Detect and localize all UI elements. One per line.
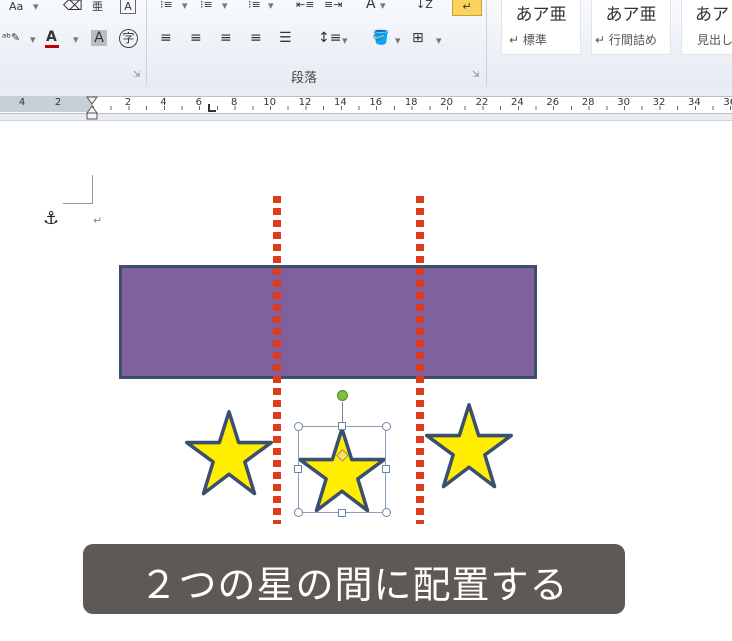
- ruler-label: 20: [440, 97, 453, 108]
- text-highlight-icon[interactable]: ᵃᵇ✎: [2, 30, 20, 46]
- shading-icon[interactable]: 🪣: [372, 30, 389, 46]
- caption-text: ２つの星の間に配置する: [139, 563, 569, 607]
- ruler-label: 10: [263, 97, 276, 108]
- resize-handle-top-left[interactable]: [294, 422, 303, 431]
- selection-box: [298, 426, 386, 513]
- font-dialog-launcher-icon[interactable]: ⇲: [133, 70, 141, 80]
- left-tab-marker-icon[interactable]: [208, 104, 216, 112]
- group-separator: [486, 0, 487, 86]
- ruler-label: 22: [475, 97, 489, 108]
- indent-marker-icon[interactable]: [86, 96, 98, 120]
- change-case-dropdown-icon[interactable]: ▾: [33, 0, 39, 15]
- star-shape-left[interactable]: [185, 409, 273, 499]
- resize-handle-bottom-left[interactable]: [294, 508, 303, 517]
- resize-handle-right[interactable]: [382, 465, 390, 473]
- ruler-label: 6: [195, 97, 202, 108]
- ruler-margin-area: [0, 96, 93, 112]
- resize-handle-left[interactable]: [294, 465, 302, 473]
- sort-icon[interactable]: ↓Z: [416, 0, 433, 13]
- phonetic-guide-icon[interactable]: 亜: [92, 0, 103, 15]
- align-right-icon[interactable]: ≡: [220, 30, 232, 46]
- font-color-bar: [45, 45, 59, 48]
- show-formatting-marks-button[interactable]: ↵: [452, 0, 482, 16]
- paragraph-dialog-launcher-icon[interactable]: ⇲: [472, 70, 480, 80]
- star-shape-right[interactable]: [425, 402, 513, 492]
- group-separator: [146, 0, 147, 86]
- borders-icon[interactable]: ⊞: [412, 30, 424, 46]
- style-name-heading: 見出し: [697, 33, 732, 47]
- char-shading-icon[interactable]: A: [91, 30, 107, 46]
- numbering-icon[interactable]: ⁝≡: [200, 0, 213, 13]
- guide-line-left: [273, 196, 281, 524]
- ruler-label: 2: [124, 97, 132, 108]
- style-name-no-spacing: ↵ 行間詰め: [595, 33, 657, 47]
- shading-dropdown-icon[interactable]: ▾: [395, 33, 401, 49]
- ruler-label: 4: [160, 97, 167, 108]
- ruler-label: 36: [723, 97, 732, 108]
- font-color-icon[interactable]: A: [46, 29, 57, 45]
- ruler-label: 16: [369, 97, 383, 108]
- asian-layout-dropdown-icon[interactable]: ▾: [380, 0, 386, 14]
- ruler-label: 4: [18, 97, 26, 108]
- resize-handle-top[interactable]: [338, 422, 346, 430]
- justify-icon[interactable]: ≡: [250, 30, 262, 46]
- margin-corner-mark: [63, 175, 93, 204]
- bullets-dropdown-icon[interactable]: ▾: [182, 0, 188, 14]
- resize-handle-bottom[interactable]: [338, 509, 346, 517]
- enclose-char-icon[interactable]: 字: [119, 29, 138, 48]
- rotation-handle[interactable]: [337, 390, 348, 401]
- numbering-dropdown-icon[interactable]: ▾: [222, 0, 228, 14]
- ruler-label: 28: [581, 97, 595, 108]
- multilevel-list-icon[interactable]: ⁝≡: [248, 0, 261, 13]
- distributed-icon[interactable]: ☰: [279, 30, 292, 46]
- multilevel-list-dropdown-icon[interactable]: ▾: [268, 0, 274, 14]
- style-sample: あア亜: [605, 5, 657, 25]
- ruler-label: 34: [688, 97, 701, 108]
- anchor-icon: ⚓: [43, 208, 60, 229]
- resize-handle-bottom-right[interactable]: [382, 508, 391, 517]
- ruler-label: 14: [334, 97, 347, 108]
- ruler-label: 18: [404, 97, 418, 108]
- style-sample: あア: [695, 5, 729, 25]
- purple-rectangle-shape[interactable]: [119, 265, 537, 379]
- clear-format-icon[interactable]: ⌫: [63, 0, 83, 14]
- font-color-dropdown-icon[interactable]: ▾: [73, 32, 79, 48]
- style-sample: あア亜: [515, 5, 567, 25]
- ruler-label: 32: [652, 97, 666, 108]
- ribbon: Aa ▾ ⌫ 亜 A ᵃᵇ✎ ▾ A ▾ A 字 ⇲ ⁝≡ ▾ ⁝≡ ▾ ⁝≡ …: [0, 0, 732, 89]
- caption-banner: ２つの星の間に配置する: [83, 544, 625, 614]
- resize-handle-top-right[interactable]: [382, 422, 391, 431]
- line-spacing-dropdown-icon[interactable]: ▾: [342, 33, 348, 49]
- borders-dropdown-icon[interactable]: ▾: [436, 33, 442, 49]
- ruler-label: 8: [231, 97, 238, 108]
- paragraph-group-label: 段落: [291, 71, 318, 86]
- change-case-button[interactable]: Aa: [9, 0, 23, 15]
- styles-gallery: あア亜 ↵ 標準 あア亜 ↵ 行間詰め あア 見出し: [491, 0, 732, 64]
- ruler-label: 12: [298, 97, 312, 108]
- guide-line-right: [416, 196, 424, 524]
- increase-indent-icon[interactable]: ≡⇥: [324, 0, 342, 13]
- asian-layout-icon[interactable]: A: [366, 0, 376, 12]
- line-spacing-icon[interactable]: ↕≡: [318, 30, 341, 46]
- ruler-label: 2: [54, 97, 62, 108]
- horizontal-ruler[interactable]: 4 2 24681012141618202224262830323436: [0, 88, 732, 121]
- bullets-icon[interactable]: ⁝≡: [160, 0, 173, 13]
- ruler-label: 30: [617, 97, 630, 108]
- paragraph-mark-icon: ↵: [93, 214, 103, 227]
- align-center-icon[interactable]: ≡: [190, 30, 202, 46]
- char-border-icon[interactable]: A: [120, 0, 136, 14]
- style-name-normal: ↵ 標準: [509, 33, 547, 47]
- ruler-label: 24: [511, 97, 524, 108]
- align-left-icon[interactable]: ≡: [160, 30, 172, 46]
- decrease-indent-icon[interactable]: ⇤≡: [296, 0, 314, 13]
- ruler-label: 26: [546, 97, 560, 108]
- highlight-dropdown-icon[interactable]: ▾: [30, 32, 36, 48]
